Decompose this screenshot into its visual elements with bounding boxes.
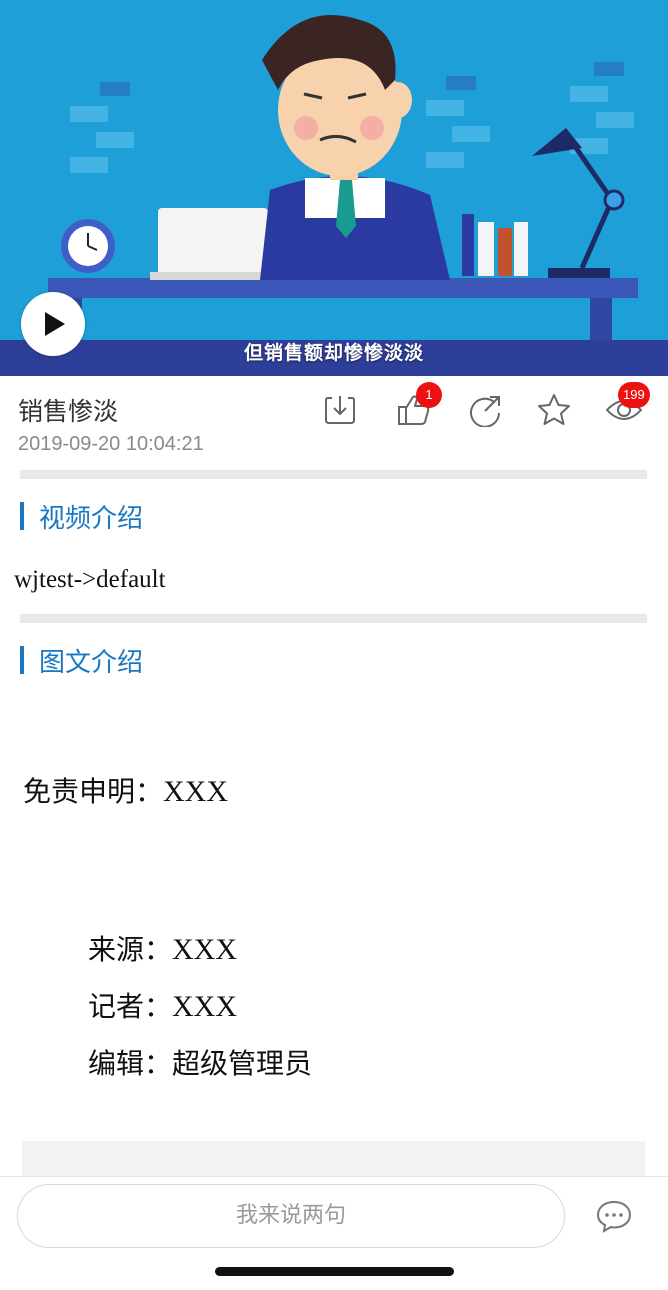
home-indicator [215,1267,454,1276]
source-line: 来源： XXX [88,928,237,968]
section-graphic-intro: 图文介绍 [20,645,143,678]
comment-button[interactable] [596,1199,632,1233]
play-icon [45,312,65,336]
share-icon [470,396,500,427]
comments-area [22,1141,645,1177]
reporter-label: 记者： [88,990,173,1023]
video-title: 销售惨淡 [18,397,119,426]
editor-value: 超级管理员 [172,1047,313,1080]
comment-input[interactable]: 我来说两句 [17,1184,565,1248]
disclaimer-value: XXX [163,775,229,808]
video-player[interactable]: 但销售额却惨惨淡淡 [0,0,668,376]
favorite-button[interactable] [534,390,574,430]
reporter-value: XXX [172,990,238,1023]
download-icon [325,396,355,424]
section-marker [20,502,24,530]
section-marker [20,646,24,674]
editor-line: 编辑： 超级管理员 [88,1042,312,1082]
disclaimer-line: 免责申明： XXX [23,770,228,810]
like-button[interactable]: 1 [394,382,442,430]
comment-bubble-icon [596,1200,632,1233]
video-subtitle: 但销售额却惨惨淡淡 [243,342,424,364]
editor-label: 编辑： [88,1047,173,1080]
divider [20,470,647,479]
source-label: 来源： [88,933,173,966]
star-icon [538,394,570,425]
disclaimer-label: 免责申明： [23,775,164,808]
bottom-bar: 我来说两句 [0,1176,668,1290]
view-count-badge: 199 [618,382,650,408]
divider [20,614,647,623]
section-title: 视频介绍 [39,503,144,534]
publish-timestamp: 2019-09-20 10:04:21 [18,433,204,455]
section-video-intro: 视频介绍 [20,501,143,534]
source-value: XXX [172,933,238,966]
like-count-badge: 1 [416,382,442,408]
video-description: wjtest->default [14,566,166,593]
reporter-line: 记者： XXX [88,985,237,1025]
section-title: 图文介绍 [39,647,144,678]
views-button[interactable]: 199 [604,382,650,430]
share-button[interactable] [466,390,506,430]
download-button[interactable] [320,390,360,430]
video-frame [0,0,668,376]
